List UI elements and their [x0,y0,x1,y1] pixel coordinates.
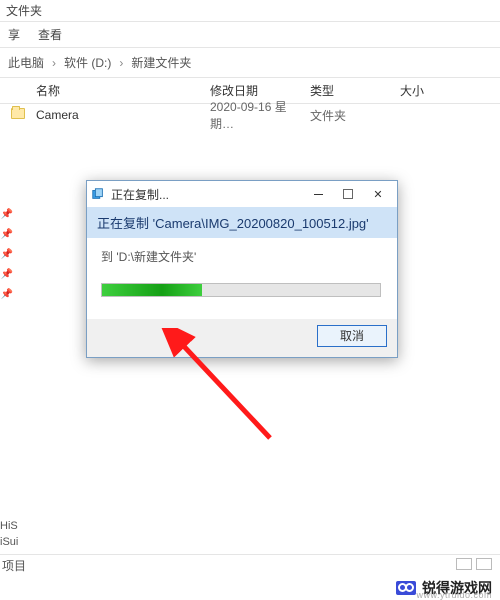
progress-bar [101,283,381,297]
dialog-titlebar[interactable]: 正在复制... [87,181,397,207]
item-name: Camera [36,108,210,122]
watermark-url: www.ytruido.com [416,590,492,600]
column-name[interactable]: 名称 [0,82,210,99]
column-size[interactable]: 大小 [380,82,500,99]
breadcrumb-root[interactable]: 此电脑 [8,54,44,71]
ribbon-tabs: 享 查看 [0,22,500,48]
breadcrumb-folder[interactable]: 新建文件夹 [131,54,191,71]
column-date[interactable]: 修改日期 [210,82,310,99]
dialog-destination: 到 'D:\新建文件夹' [101,248,383,265]
item-date: 2020-09-16 星期… [210,98,310,132]
dialog-banner: 正在复制 'Camera\IMG_20200820_100512.jpg' [87,207,397,238]
cancel-button[interactable]: 取消 [317,325,387,347]
window-title: 文件夹 [6,2,42,19]
breadcrumb-drive[interactable]: 软件 (D:) [64,54,111,71]
gamepad-icon [396,581,416,595]
status-bar: 项目 [0,554,500,576]
view-large-icon[interactable] [476,558,492,570]
address-bar[interactable]: 此电脑 软件 (D:) 新建文件夹 [0,48,500,78]
progress-fill [102,284,202,296]
maximize-button[interactable] [333,184,363,204]
dialog-title: 正在复制... [111,186,303,203]
sidebar-item[interactable]: HiS [0,518,18,534]
quick-access-pins: 📌 📌 📌 📌 📌 [0,204,14,304]
sidebar-item[interactable]: iSui [0,534,18,550]
status-text: 项目 [2,557,26,574]
chevron-right-icon [117,56,125,70]
minimize-button[interactable] [303,184,333,204]
ribbon-tab-share[interactable]: 享 [8,26,20,43]
copy-icon [91,187,105,201]
pin-icon: 📌 [0,204,14,224]
folder-icon [0,108,36,122]
chevron-right-icon [50,56,58,70]
pin-icon: 📌 [0,264,14,284]
dialog-body: 到 'D:\新建文件夹' [87,238,397,319]
pin-icon: 📌 [0,284,14,304]
close-button[interactable] [363,184,393,204]
pin-icon: 📌 [0,244,14,264]
pin-icon: 📌 [0,224,14,244]
column-type[interactable]: 类型 [310,82,380,99]
sidebar-fragment: HiS iSui [0,518,18,550]
ribbon-tab-view[interactable]: 查看 [38,26,62,43]
list-item[interactable]: Camera 2020-09-16 星期… 文件夹 [0,104,500,126]
window-titlebar: 文件夹 [0,0,500,22]
copy-dialog: 正在复制... 正在复制 'Camera\IMG_20200820_100512… [86,180,398,358]
item-type: 文件夹 [310,107,380,124]
view-mode-icons [456,558,492,570]
dialog-footer: 取消 [87,319,397,357]
view-details-icon[interactable] [456,558,472,570]
